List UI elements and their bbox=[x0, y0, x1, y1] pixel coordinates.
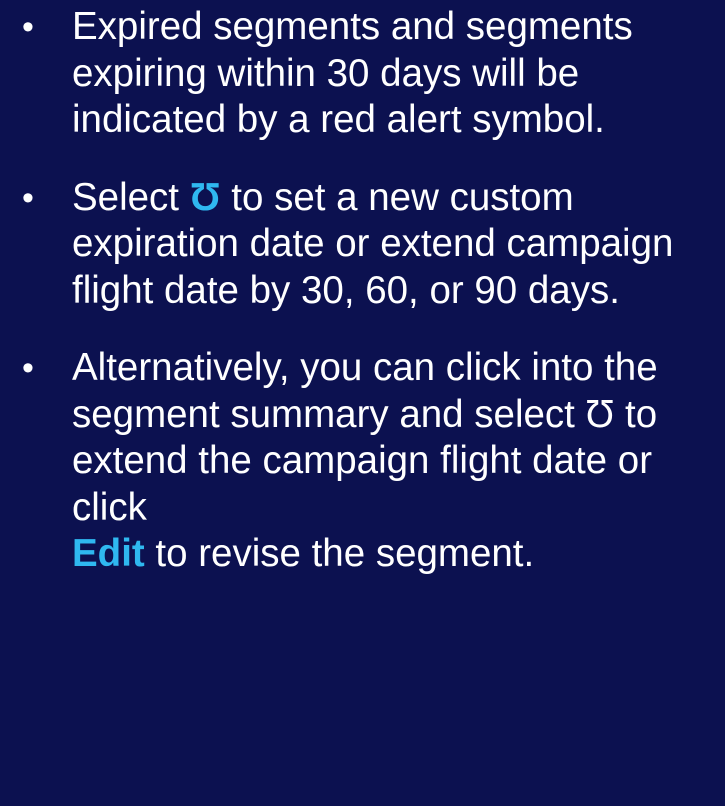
refresh-icon: Ʊ bbox=[585, 392, 615, 436]
bullet-item-alternative: • Alternatively, you can click into the … bbox=[18, 345, 713, 578]
edit-link[interactable]: Edit bbox=[72, 532, 145, 575]
bullet-text-after: to revise the segment. bbox=[144, 532, 535, 575]
bullet-text-before: Alternatively, you can click into the se… bbox=[72, 346, 658, 436]
refresh-icon: Ʊ bbox=[189, 175, 221, 219]
bullet-list: • Expired segments and segments expiring… bbox=[18, 4, 713, 578]
bullet-text: Expired segments and segments expiring w… bbox=[72, 5, 633, 141]
bullet-item-select-refresh: • Select Ʊ to set a new custom expiratio… bbox=[18, 175, 713, 315]
slide: • Expired segments and segments expiring… bbox=[0, 0, 725, 806]
bullet-item-expired-segments: • Expired segments and segments expiring… bbox=[18, 4, 713, 144]
bullet-dot: • bbox=[22, 349, 34, 387]
bullet-dot: • bbox=[22, 8, 34, 46]
bullet-text-before: Select bbox=[72, 175, 190, 219]
bullet-dot: • bbox=[22, 178, 34, 217]
